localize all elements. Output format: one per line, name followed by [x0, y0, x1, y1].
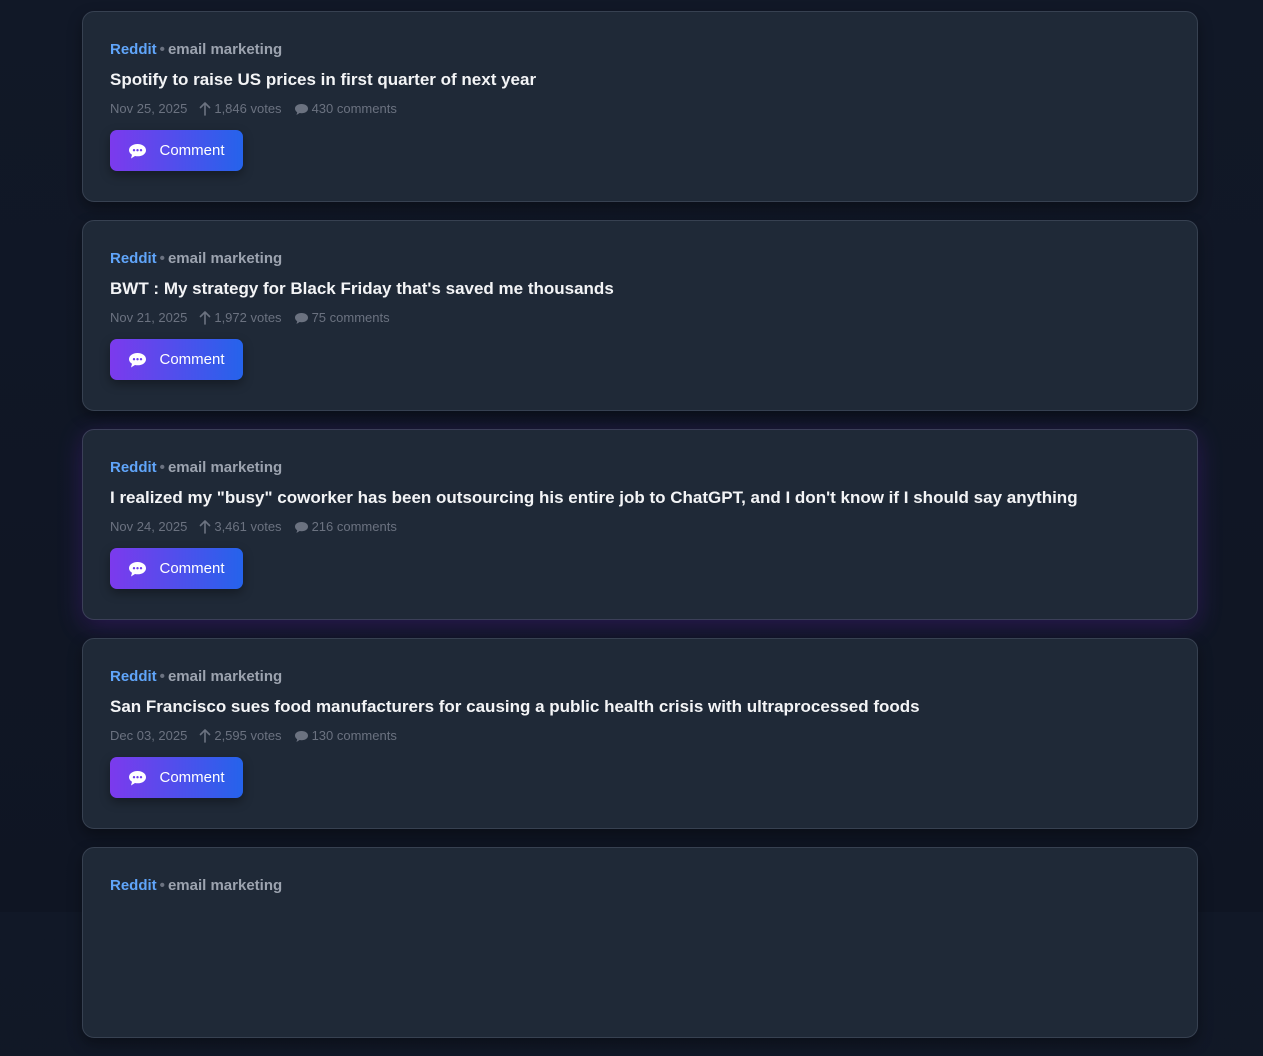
post-meta: Nov 21, 2025 1,972 votes 75 comments [110, 309, 1170, 327]
chat-bubble-icon [129, 352, 147, 367]
comment-button-label: Comment [159, 142, 225, 159]
source-separator: • [159, 877, 165, 894]
source-separator: • [159, 41, 165, 58]
post-source-line: Reddit • email marketing [110, 40, 1170, 60]
post-card: Reddit • email marketing [82, 847, 1198, 1038]
post-source[interactable]: Reddit [110, 877, 157, 894]
post-topic: email marketing [167, 41, 283, 58]
post-votes-text: 3,461 votes [214, 519, 282, 534]
post-source[interactable]: Reddit [110, 41, 157, 58]
post-comments-text: 75 comments [311, 310, 390, 325]
post-source-line: Reddit • email marketing [110, 667, 1170, 687]
speech-bubble-icon [294, 103, 308, 115]
post-card: Reddit • email marketing I realized my "bu… [82, 429, 1198, 620]
post-meta: Nov 24, 2025 3,461 votes 216 comments [110, 518, 1170, 536]
post-source[interactable]: Reddit [110, 459, 157, 476]
speech-bubble-icon [294, 730, 308, 742]
post-title[interactable]: I realized my "busy" coworker has been o… [110, 487, 1170, 509]
source-separator: • [159, 668, 165, 685]
post-card: Reddit • email marketing San Francisco sue… [82, 638, 1198, 829]
post-topic: email marketing [167, 877, 283, 894]
post-votes-text: 1,846 votes [214, 101, 282, 116]
comment-button[interactable]: Comment [110, 757, 243, 798]
post-comments-text: 216 comments [311, 519, 397, 534]
post-source-line: Reddit • email marketing [110, 876, 1170, 896]
post-date: Nov 21, 2025 [110, 310, 188, 325]
chat-bubble-icon [129, 770, 147, 785]
source-separator: • [159, 459, 165, 476]
post-topic: email marketing [167, 668, 283, 685]
arrow-up-icon [200, 102, 211, 116]
post-title[interactable]: BWT : My strategy for Black Friday that'… [110, 278, 1170, 300]
post-comments: 75 comments [294, 309, 390, 327]
post-topic: email marketing [167, 250, 283, 267]
arrow-up-icon [200, 729, 211, 743]
comment-button[interactable]: Comment [110, 130, 243, 171]
post-date: Nov 24, 2025 [110, 519, 188, 534]
comment-button-label: Comment [159, 769, 225, 786]
chat-bubble-icon [129, 143, 147, 158]
comment-button[interactable]: Comment [110, 339, 243, 380]
post-comments: 430 comments [294, 100, 397, 118]
post-feed: Reddit • email marketing Spotify to raise … [82, 11, 1198, 1056]
post-title[interactable]: San Francisco sues food manufacturers fo… [110, 696, 1170, 718]
post-source-line: Reddit • email marketing [110, 249, 1170, 269]
post-meta: Nov 25, 2025 1,846 votes 430 comments [110, 100, 1170, 118]
speech-bubble-icon [294, 521, 308, 533]
post-comments-text: 130 comments [311, 728, 397, 743]
post-card: Reddit • email marketing BWT : My strategy… [82, 220, 1198, 411]
comment-button[interactable]: Comment [110, 548, 243, 589]
post-source[interactable]: Reddit [110, 250, 157, 267]
post-topic: email marketing [167, 459, 283, 476]
arrow-up-icon [200, 520, 211, 534]
comment-button-label: Comment [159, 351, 225, 368]
post-comments: 130 comments [294, 727, 397, 745]
post-comments: 216 comments [294, 518, 397, 536]
post-source[interactable]: Reddit [110, 668, 157, 685]
post-comments-text: 430 comments [311, 101, 397, 116]
post-source-line: Reddit • email marketing [110, 458, 1170, 478]
post-votes-text: 1,972 votes [214, 310, 282, 325]
post-votes: 1,846 votes [199, 100, 282, 118]
post-card: Reddit • email marketing Spotify to raise … [82, 11, 1198, 202]
post-title[interactable]: Spotify to raise US prices in first quar… [110, 69, 1170, 91]
source-separator: • [159, 250, 165, 267]
comment-button-label: Comment [159, 560, 225, 577]
post-date: Dec 03, 2025 [110, 728, 188, 743]
chat-bubble-icon [129, 561, 147, 576]
post-votes: 2,595 votes [199, 727, 282, 745]
post-votes: 3,461 votes [199, 518, 282, 536]
post-meta: Dec 03, 2025 2,595 votes 130 comments [110, 727, 1170, 745]
post-votes: 1,972 votes [199, 309, 282, 327]
arrow-up-icon [200, 311, 211, 325]
post-date: Nov 25, 2025 [110, 101, 188, 116]
post-votes-text: 2,595 votes [214, 728, 282, 743]
speech-bubble-icon [294, 312, 308, 324]
